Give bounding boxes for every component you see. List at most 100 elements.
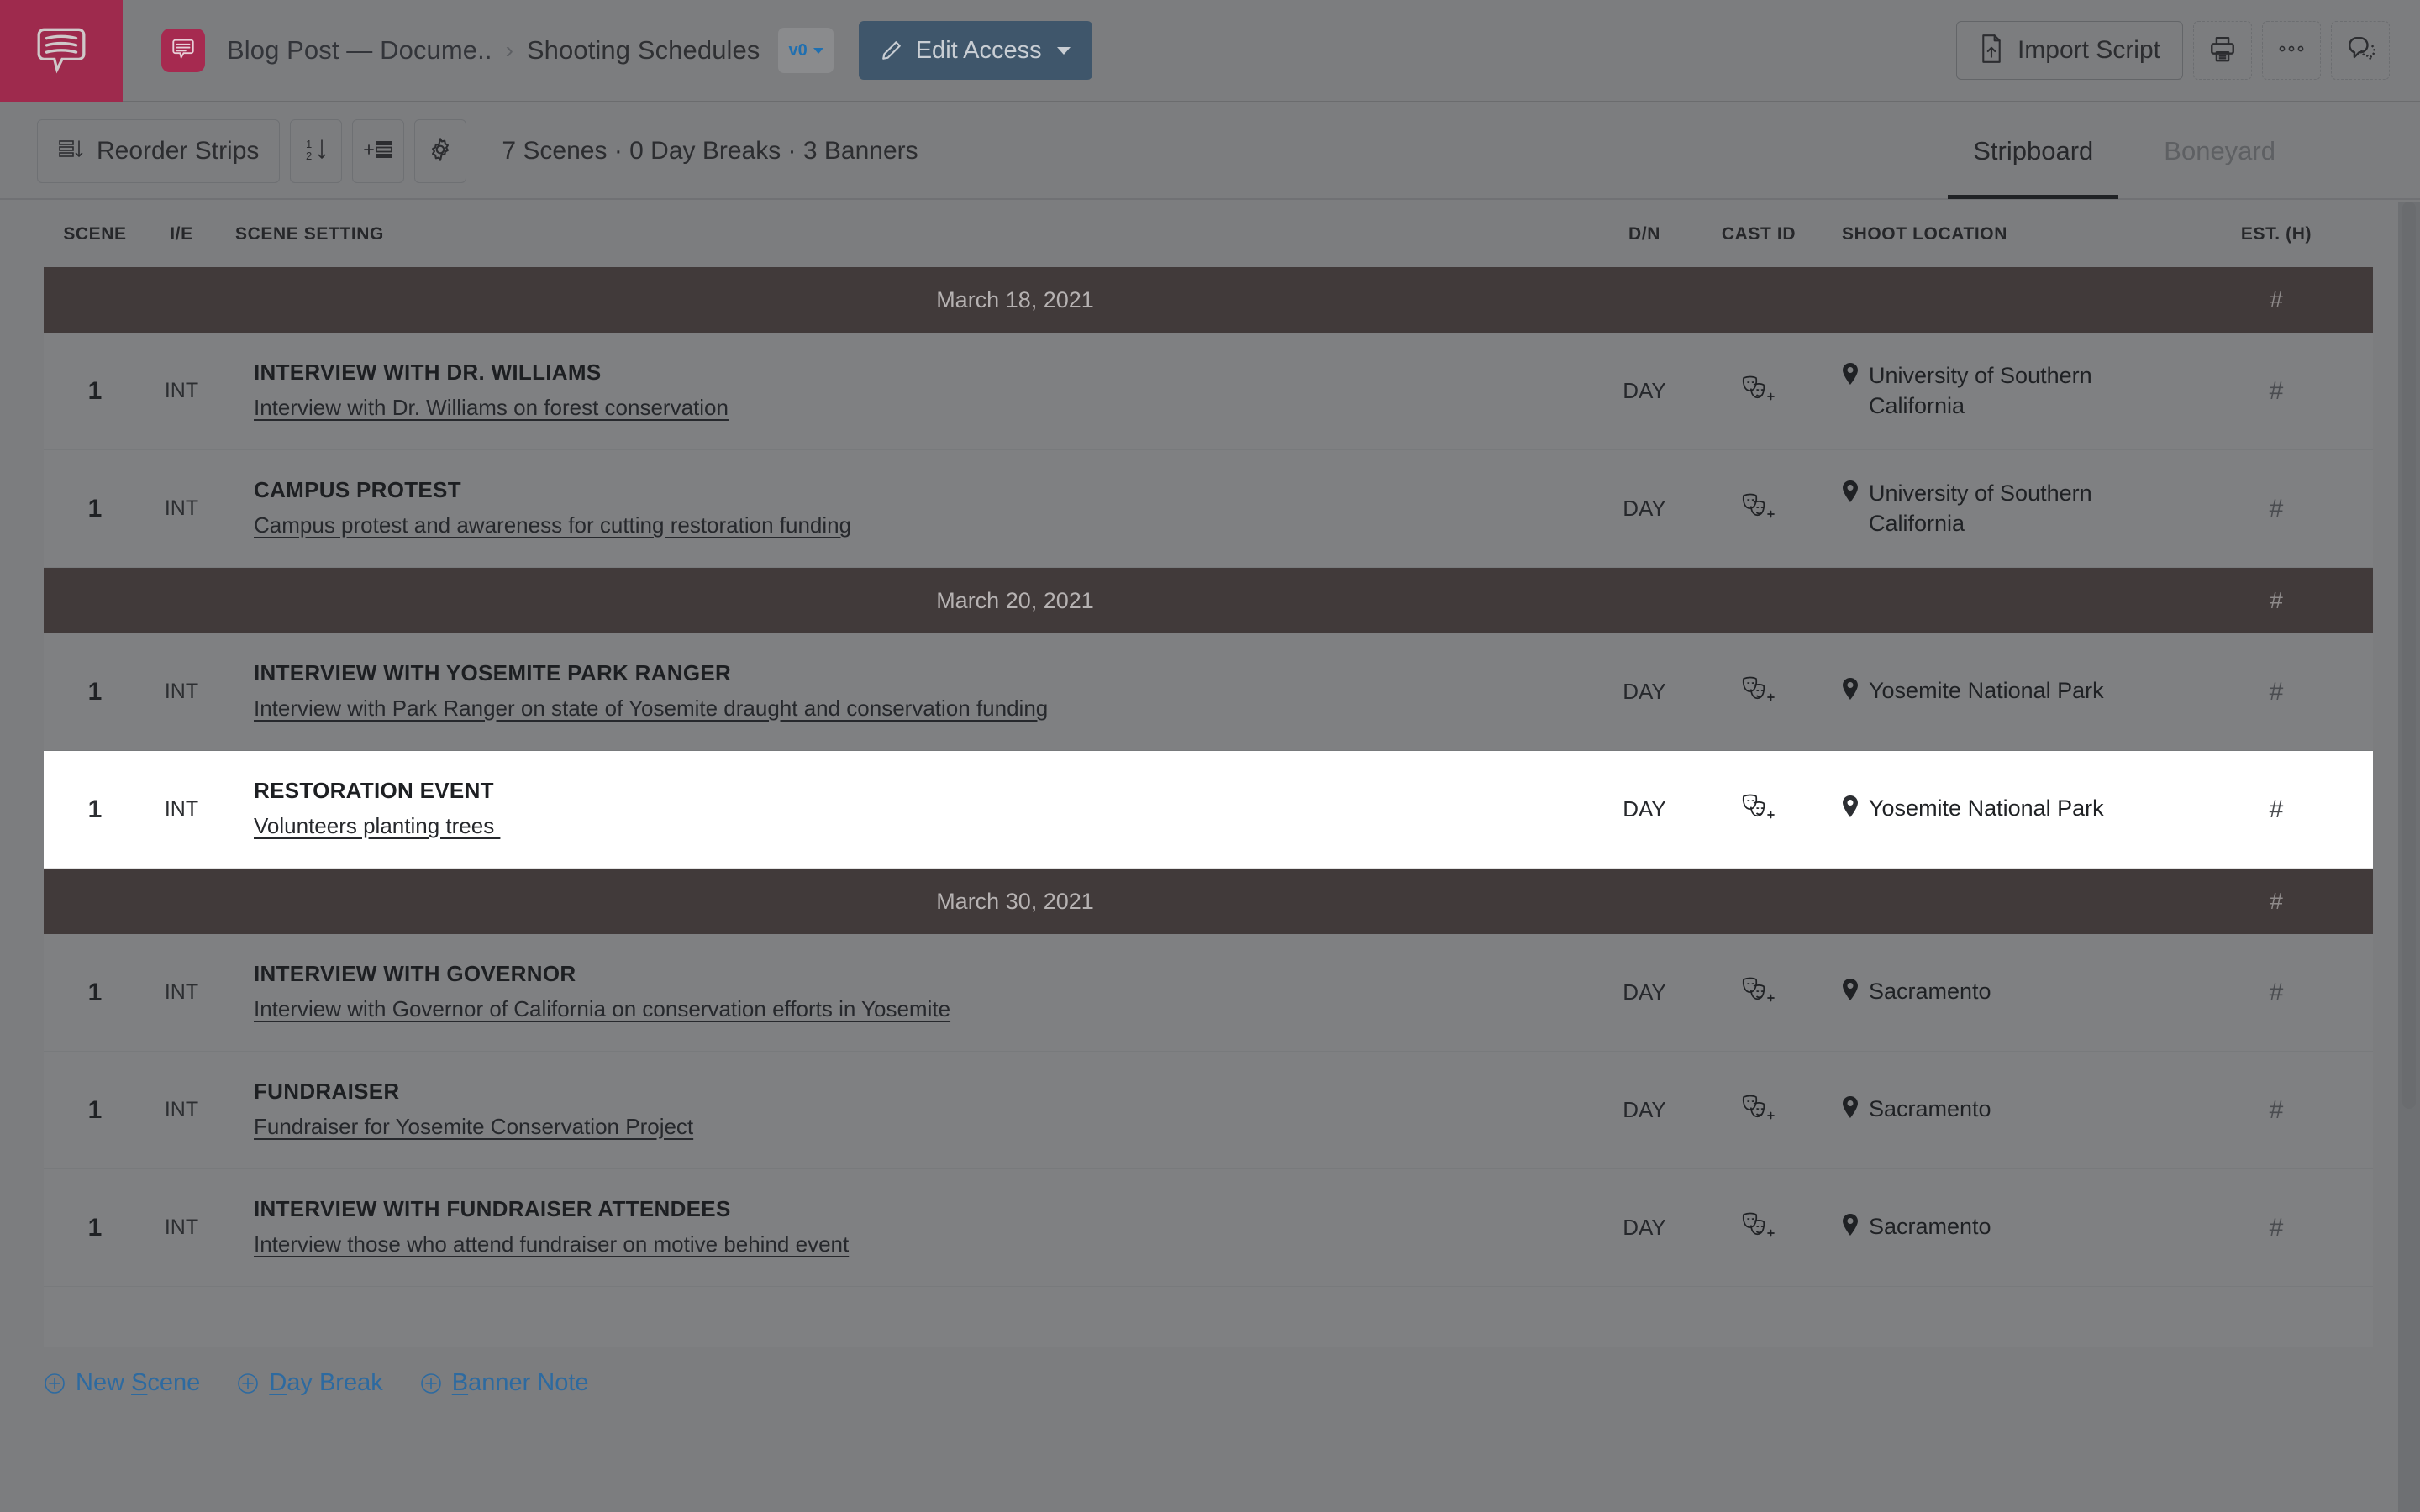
scene-description[interactable]: Interview those who attend fundraiser on… bbox=[254, 1228, 1590, 1261]
table-header: SCENE I/E SCENE SETTING D/N CAST ID SHOO… bbox=[44, 202, 2373, 267]
plus-circle-icon bbox=[420, 1373, 442, 1394]
add-banner-note-link[interactable]: Banner Note bbox=[420, 1369, 589, 1397]
add-cast-id-button[interactable] bbox=[1699, 1091, 1818, 1129]
scene-number: 1 bbox=[87, 1095, 103, 1124]
column-header-dn: D/N bbox=[1628, 224, 1660, 244]
add-cast-id-button[interactable] bbox=[1699, 790, 1818, 828]
breadcrumb-current[interactable]: Shooting Schedules bbox=[527, 35, 760, 66]
scene-strip-row[interactable]: 1 INT RESTORATION EVENT Volunteers planting… bbox=[44, 751, 2373, 869]
scene-description[interactable]: Interview with Governor of California on… bbox=[254, 993, 1590, 1026]
scene-title: INTERVIEW WITH GOVERNOR bbox=[254, 961, 576, 987]
version-selector[interactable]: v0 bbox=[778, 28, 834, 73]
svg-text:1: 1 bbox=[306, 138, 312, 150]
column-header-cast-id: CAST ID bbox=[1721, 224, 1797, 244]
add-cast-id-button[interactable] bbox=[1699, 673, 1818, 711]
scrollbar-thumb[interactable] bbox=[2402, 202, 2416, 1109]
import-script-button[interactable]: Import Script bbox=[1955, 21, 2183, 80]
scene-interior-exterior: INT bbox=[164, 379, 199, 402]
scene-description[interactable]: Interview with Park Ranger on state of Y… bbox=[254, 692, 1590, 725]
settings-button[interactable] bbox=[414, 119, 467, 183]
document-badge[interactable] bbox=[161, 29, 205, 72]
scene-description[interactable]: Volunteers planting trees bbox=[254, 810, 1590, 843]
banner-est-hours: # bbox=[2270, 286, 2283, 312]
add-cast-id-button[interactable] bbox=[1699, 372, 1818, 410]
banner-date: March 20, 2021 bbox=[936, 587, 1094, 613]
scene-strip-row[interactable]: 1 INT FUNDRAISER Fundraiser for Yosemite Co… bbox=[44, 1052, 2373, 1169]
estimated-hours[interactable]: # bbox=[2270, 1096, 2284, 1124]
add-new-scene-link[interactable]: New Scene bbox=[44, 1369, 200, 1397]
column-header-scene-setting: SCENE SETTING bbox=[235, 224, 384, 244]
scene-strip-row[interactable]: 1 INT INTERVIEW WITH DR. WILLIAMS Interview… bbox=[44, 333, 2373, 450]
estimated-hours[interactable]: # bbox=[2270, 1214, 2284, 1242]
sort-ascending-1-2-icon: 1 2 bbox=[302, 135, 330, 168]
add-cast-id-button[interactable] bbox=[1699, 490, 1818, 528]
import-script-label: Import Script bbox=[2017, 36, 2160, 64]
view-tabs: Stripboard Boneyard bbox=[1938, 103, 2420, 199]
map-pin-icon bbox=[1842, 795, 1859, 826]
add-strip-button[interactable] bbox=[352, 119, 405, 183]
scene-title: FUNDRAISER bbox=[254, 1079, 400, 1105]
plus-circle-icon bbox=[44, 1373, 66, 1394]
gear-icon bbox=[427, 136, 454, 167]
theater-masks-add-icon bbox=[1740, 673, 1777, 711]
edit-access-button[interactable]: Edit Access bbox=[858, 21, 1092, 80]
day-banner-row[interactable]: March 20, 2021 # bbox=[44, 568, 2373, 633]
scene-strip-row[interactable]: 1 INT CAMPUS PROTEST Campus protest and awa… bbox=[44, 450, 2373, 568]
estimated-hours[interactable]: # bbox=[2270, 979, 2284, 1006]
tab-boneyard[interactable]: Boneyard bbox=[2128, 103, 2311, 199]
add-day-break-link[interactable]: Day Break bbox=[237, 1369, 383, 1397]
print-button[interactable] bbox=[2193, 21, 2252, 80]
scene-day-night: DAY bbox=[1623, 1097, 1666, 1122]
more-options-button[interactable] bbox=[2262, 21, 2321, 80]
app-header: Blog Post — Docume.. › Shooting Schedule… bbox=[0, 0, 2420, 102]
breadcrumb-separator: › bbox=[505, 37, 513, 63]
scene-interior-exterior: INT bbox=[164, 980, 199, 1004]
sort-button[interactable]: 1 2 bbox=[290, 119, 343, 183]
map-pin-icon bbox=[1842, 1095, 1859, 1126]
scene-description[interactable]: Interview with Dr. Williams on forest co… bbox=[254, 391, 1590, 424]
estimated-hours[interactable]: # bbox=[2270, 795, 2284, 823]
ellipsis-icon bbox=[2277, 43, 2306, 59]
link-label: Day Break bbox=[269, 1369, 383, 1396]
day-banner-row[interactable]: March 30, 2021 # bbox=[44, 869, 2373, 934]
reorder-strips-button[interactable]: Reorder Strips bbox=[37, 119, 281, 183]
svg-text:2: 2 bbox=[306, 150, 312, 162]
scene-day-night: DAY bbox=[1623, 679, 1666, 704]
theater-masks-add-icon bbox=[1740, 490, 1777, 528]
estimated-hours[interactable]: # bbox=[2270, 377, 2284, 405]
map-pin-icon bbox=[1842, 978, 1859, 1009]
theater-masks-add-icon bbox=[1740, 1091, 1777, 1129]
stripboard: SCENE I/E SCENE SETTING D/N CAST ID SHOO… bbox=[44, 202, 2373, 1347]
add-cast-id-button[interactable] bbox=[1699, 974, 1818, 1011]
shoot-location-text: Sacramento bbox=[1869, 1095, 1991, 1121]
link-label: New Scene bbox=[76, 1369, 201, 1396]
breadcrumb-parent[interactable]: Blog Post — Docume.. bbox=[227, 35, 492, 66]
day-banner-row[interactable]: March 18, 2021 # bbox=[44, 267, 2373, 333]
reorder-strips-label: Reorder Strips bbox=[97, 137, 260, 165]
scene-title: INTERVIEW WITH YOSEMITE PARK RANGER bbox=[254, 660, 732, 686]
scene-strip-row[interactable]: 1 INT INTERVIEW WITH GOVERNOR Interview wit… bbox=[44, 934, 2373, 1052]
app-logo[interactable] bbox=[0, 0, 123, 102]
add-cast-id-button[interactable] bbox=[1699, 1209, 1818, 1247]
column-header-est-h: EST. (H) bbox=[2240, 224, 2312, 244]
banner-date: March 30, 2021 bbox=[936, 888, 1094, 914]
file-upload-icon bbox=[1979, 34, 2004, 67]
strip-rows-spacer bbox=[44, 1287, 2373, 1347]
scene-interior-exterior: INT bbox=[164, 496, 199, 520]
scene-description[interactable]: Fundraiser for Yosemite Conservation Pro… bbox=[254, 1110, 1590, 1143]
map-pin-icon bbox=[1842, 480, 1859, 511]
scene-day-night: DAY bbox=[1623, 796, 1666, 822]
estimated-hours[interactable]: # bbox=[2270, 495, 2284, 522]
comments-button[interactable] bbox=[2331, 21, 2390, 80]
map-pin-icon bbox=[1842, 1213, 1859, 1244]
scene-strip-row[interactable]: 1 INT INTERVIEW WITH FUNDRAISER ATTENDEES I… bbox=[44, 1169, 2373, 1287]
shoot-location-text: Sacramento bbox=[1869, 1213, 1991, 1239]
column-header-ie: I/E bbox=[170, 224, 193, 244]
scene-title: CAMPUS PROTEST bbox=[254, 477, 461, 503]
scene-description[interactable]: Campus protest and awareness for cutting… bbox=[254, 509, 1590, 542]
estimated-hours[interactable]: # bbox=[2270, 678, 2284, 706]
shoot-location-text: Yosemite National Park bbox=[1869, 677, 2104, 703]
tab-stripboard[interactable]: Stripboard bbox=[1938, 103, 2128, 199]
vertical-scrollbar[interactable] bbox=[2398, 202, 2420, 1512]
scene-strip-row[interactable]: 1 INT INTERVIEW WITH YOSEMITE PARK RANGER I… bbox=[44, 633, 2373, 751]
